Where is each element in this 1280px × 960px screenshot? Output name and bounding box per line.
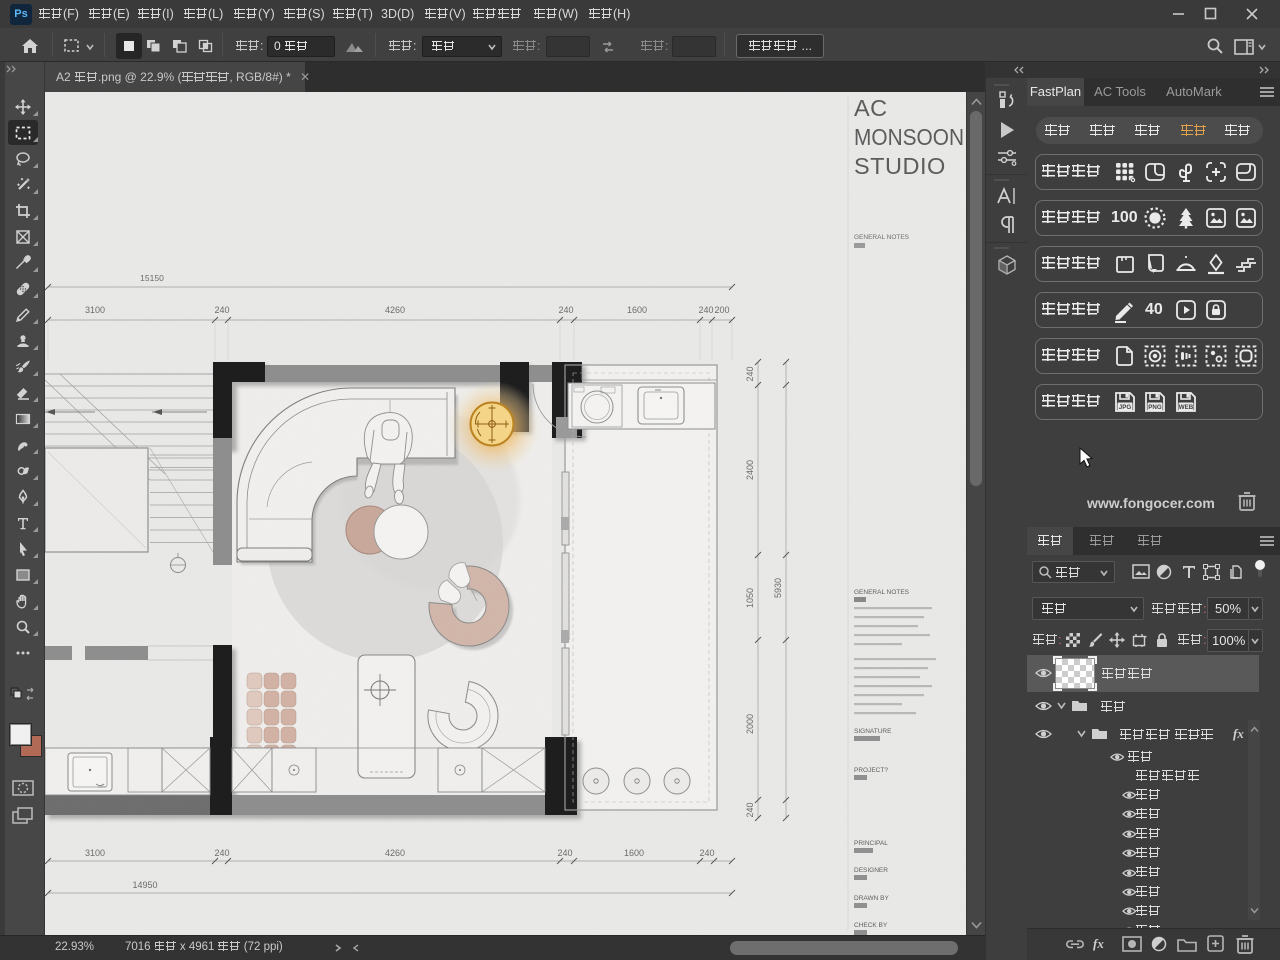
svg-text:JPG: JPG <box>1119 404 1132 411</box>
svg-text:WEB: WEB <box>1179 404 1194 411</box>
svg-text:fx: fx <box>1093 936 1104 951</box>
svg-text:PNG: PNG <box>1148 404 1162 411</box>
svg-text:fx: fx <box>1233 726 1244 741</box>
